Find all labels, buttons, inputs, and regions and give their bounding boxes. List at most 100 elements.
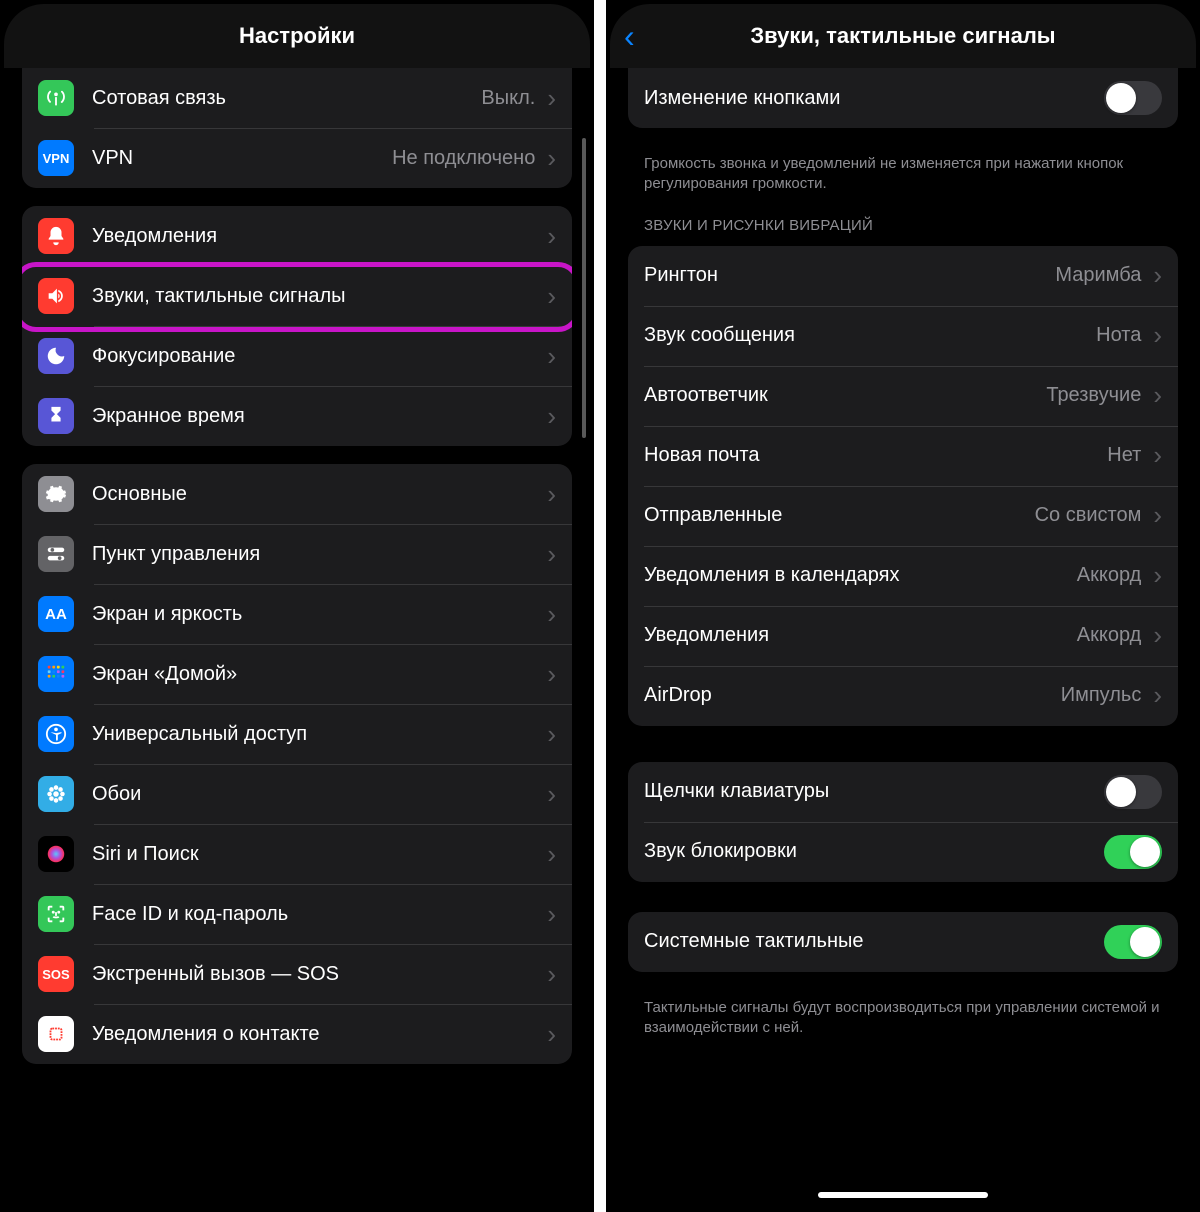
- scrollbar[interactable]: [582, 138, 586, 438]
- settings-row[interactable]: Уведомления о контакте›: [22, 1004, 572, 1064]
- siri-icon: [38, 836, 74, 872]
- row-label: Звуки, тактильные сигналы: [92, 285, 545, 308]
- sound-row[interactable]: AirDropИмпульс›: [628, 666, 1178, 726]
- settings-row[interactable]: Уведомления›: [22, 206, 572, 266]
- row-label: Изменение кнопками: [644, 87, 1104, 110]
- row-label: Щелчки клавиатуры: [644, 780, 1104, 803]
- chevron-right-icon: ›: [1153, 320, 1162, 351]
- row-label: Siri и Поиск: [92, 843, 545, 866]
- row-label: Экран и яркость: [92, 603, 545, 626]
- sound-row[interactable]: ОтправленныеСо свистом›: [628, 486, 1178, 546]
- toggle[interactable]: [1104, 775, 1162, 809]
- row-label: Уведомления о контакте: [92, 1023, 545, 1046]
- aa-icon: AA: [38, 596, 74, 632]
- chevron-right-icon: ›: [547, 719, 556, 750]
- header-right: ‹ Звуки, тактильные сигналы: [610, 4, 1196, 68]
- row-value: Выкл.: [481, 87, 535, 110]
- row-label: Пункт управления: [92, 543, 545, 566]
- row-value: Аккорд: [1077, 564, 1142, 587]
- settings-row[interactable]: Обои›: [22, 764, 572, 824]
- row-value: Не подключено: [392, 147, 535, 170]
- chevron-right-icon: ›: [547, 779, 556, 810]
- group-change-with-buttons: Изменение кнопками: [628, 68, 1178, 128]
- hourglass-icon: [38, 398, 74, 434]
- right-body: Изменение кнопками Громкость звонка и ув…: [610, 68, 1196, 1208]
- row-label: Рингтон: [644, 264, 1055, 287]
- accessibility-icon: [38, 716, 74, 752]
- chevron-right-icon: ›: [547, 221, 556, 252]
- moon-icon: [38, 338, 74, 374]
- sound-row[interactable]: УведомленияАккорд›: [628, 606, 1178, 666]
- settings-group-connectivity: Сотовая связьВыкл.›VPNVPNНе подключено›: [22, 68, 572, 188]
- toggle[interactable]: [1104, 925, 1162, 959]
- settings-row[interactable]: Экранное время›: [22, 386, 572, 446]
- footer-system-haptics: Тактильные сигналы будут воспроизводитьс…: [620, 990, 1186, 1039]
- sound-row[interactable]: РингтонМаримба›: [628, 246, 1178, 306]
- row-label: Звук блокировки: [644, 840, 1104, 863]
- sound-row[interactable]: Уведомления в календаряхАккорд›: [628, 546, 1178, 606]
- group-system-sounds: Щелчки клавиатуры Звук блокировки: [628, 762, 1178, 882]
- row-label: Face ID и код-пароль: [92, 903, 545, 926]
- sys-row[interactable]: Звук блокировки: [628, 822, 1178, 882]
- row-label: Универсальный доступ: [92, 723, 545, 746]
- gear-icon: [38, 476, 74, 512]
- row-label: Звук сообщения: [644, 324, 1096, 347]
- sound-row[interactable]: АвтоответчикТрезвучие›: [628, 366, 1178, 426]
- chevron-right-icon: ›: [1153, 260, 1162, 291]
- row-label: Системные тактильные: [644, 930, 1104, 953]
- toggle[interactable]: [1104, 835, 1162, 869]
- row-value: Нет: [1107, 444, 1141, 467]
- switches-icon: [38, 536, 74, 572]
- settings-row[interactable]: Сотовая связьВыкл.›: [22, 68, 572, 128]
- back-button[interactable]: ‹: [624, 20, 635, 52]
- speaker-icon: [38, 278, 74, 314]
- chevron-right-icon: ›: [1153, 620, 1162, 651]
- chevron-right-icon: ›: [547, 83, 556, 114]
- row-value: Аккорд: [1077, 624, 1142, 647]
- row-value: Трезвучие: [1046, 384, 1141, 407]
- settings-row[interactable]: AAЭкран и яркость›: [22, 584, 572, 644]
- chevron-right-icon: ›: [547, 479, 556, 510]
- row-label: Основные: [92, 483, 545, 506]
- chevron-right-icon: ›: [1153, 380, 1162, 411]
- bell-icon: [38, 218, 74, 254]
- row-label: Экранное время: [92, 405, 545, 428]
- contact-icon: [38, 1016, 74, 1052]
- row-change-with-buttons[interactable]: Изменение кнопками: [628, 68, 1178, 128]
- row-value: Импульс: [1061, 684, 1142, 707]
- sos-icon: SOS: [38, 956, 74, 992]
- sound-row[interactable]: Звук сообщенияНота›: [628, 306, 1178, 366]
- row-label: VPN: [92, 147, 392, 170]
- chevron-right-icon: ›: [547, 959, 556, 990]
- settings-row[interactable]: Основные›: [22, 464, 572, 524]
- row-label: AirDrop: [644, 684, 1061, 707]
- settings-row[interactable]: Экран «Домой»›: [22, 644, 572, 704]
- chevron-right-icon: ›: [547, 401, 556, 432]
- haptic-row[interactable]: Системные тактильные: [628, 912, 1178, 972]
- sound-row[interactable]: Новая почтаНет›: [628, 426, 1178, 486]
- row-label: Экран «Домой»: [92, 663, 545, 686]
- settings-row[interactable]: VPNVPNНе подключено›: [22, 128, 572, 188]
- row-label: Экстренный вызов — SOS: [92, 963, 545, 986]
- row-label: Уведомления: [92, 225, 545, 248]
- settings-row[interactable]: Face ID и код-пароль›: [22, 884, 572, 944]
- settings-row[interactable]: SOS Экстренный вызов — SOS›: [22, 944, 572, 1004]
- chevron-right-icon: ›: [547, 659, 556, 690]
- settings-row[interactable]: Универсальный доступ›: [22, 704, 572, 764]
- chevron-right-icon: ›: [547, 539, 556, 570]
- row-label: Обои: [92, 783, 545, 806]
- settings-row[interactable]: Пункт управления›: [22, 524, 572, 584]
- home-indicator[interactable]: [818, 1192, 988, 1198]
- left-body: Сотовая связьВыкл.›VPNVPNНе подключено› …: [4, 68, 590, 1208]
- page-title-left: Настройки: [239, 23, 355, 49]
- row-value: Со свистом: [1035, 504, 1142, 527]
- settings-row[interactable]: Siri и Поиск›: [22, 824, 572, 884]
- sys-row[interactable]: Щелчки клавиатуры: [628, 762, 1178, 822]
- row-label: Новая почта: [644, 444, 1107, 467]
- chevron-right-icon: ›: [547, 1019, 556, 1050]
- toggle-change-with-buttons[interactable]: [1104, 81, 1162, 115]
- settings-row[interactable]: Звуки, тактильные сигналы›: [22, 266, 572, 326]
- settings-row[interactable]: Фокусирование›: [22, 326, 572, 386]
- chevron-right-icon: ›: [1153, 500, 1162, 531]
- settings-group-general: Основные›Пункт управления›AAЭкран и ярко…: [22, 464, 572, 1064]
